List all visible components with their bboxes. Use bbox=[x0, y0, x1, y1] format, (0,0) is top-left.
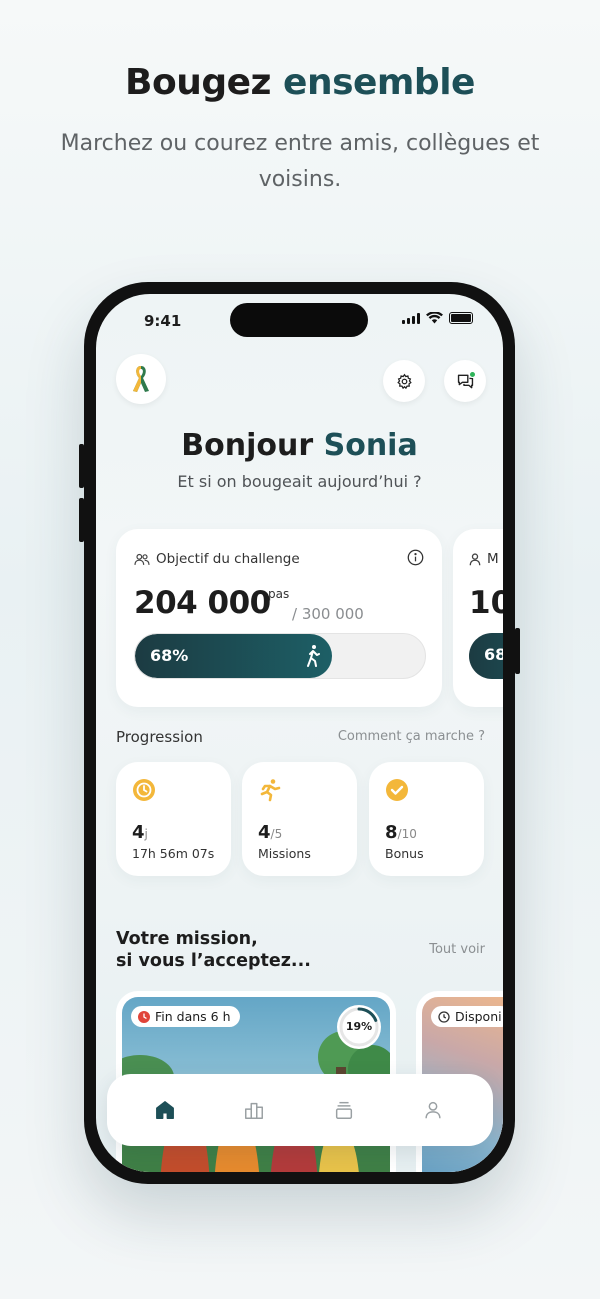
group-icon bbox=[134, 553, 150, 565]
leaderboard-icon bbox=[245, 1102, 263, 1119]
promo-title-part1: Bougez bbox=[125, 62, 271, 103]
challenge-progress-label: 68% bbox=[150, 646, 189, 665]
phone-frame: 9:41 Bonjour Sonia Et si on bougeait auj… bbox=[79, 282, 520, 1184]
challenge-card-label: Objectif du challenge bbox=[156, 551, 300, 567]
tab-home[interactable] bbox=[152, 1097, 178, 1123]
clock-icon bbox=[138, 1010, 150, 1023]
tab-leaderboard[interactable] bbox=[241, 1097, 267, 1123]
stat-card-missions[interactable]: 4/5 Missions bbox=[242, 762, 357, 876]
status-icons bbox=[402, 312, 473, 324]
stat-card-time[interactable]: 4j 17h 56m 07s bbox=[116, 762, 231, 876]
secondary-card-header: M bbox=[469, 551, 499, 567]
messages-button[interactable] bbox=[444, 360, 486, 402]
secondary-card-value: 10 bbox=[469, 585, 503, 621]
stat-time-label: 17h 56m 07s bbox=[132, 846, 215, 861]
steps-count: 204 000 bbox=[134, 585, 271, 621]
greeting-subtitle: Et si on bougeait aujourd’hui ? bbox=[177, 472, 422, 491]
app-screen: 9:41 Bonjour Sonia Et si on bougeait auj… bbox=[96, 294, 503, 1172]
greeting-hello: Bonjour bbox=[181, 428, 314, 463]
wifi-icon bbox=[426, 312, 443, 324]
status-time: 9:41 bbox=[144, 312, 182, 330]
missions-title: Votre mission, si vous l’acceptez... bbox=[116, 929, 311, 971]
ribbon-logo-icon bbox=[133, 366, 149, 392]
challenge-progress-fill: 68% bbox=[135, 634, 333, 678]
walker-icon bbox=[307, 645, 321, 667]
challenge-progress-bar: 68% bbox=[134, 633, 426, 679]
greeting-title: Bonjour Sonia bbox=[96, 428, 503, 463]
power-button bbox=[515, 628, 520, 674]
info-icon[interactable] bbox=[407, 549, 424, 566]
greeting-name: Sonia bbox=[323, 428, 418, 463]
steps-unit: pas bbox=[268, 587, 290, 601]
tab-cards[interactable] bbox=[331, 1097, 357, 1123]
mission-available-badge: Disponi bbox=[431, 1006, 503, 1027]
cards-stack-icon bbox=[335, 1101, 353, 1119]
tab-profile[interactable] bbox=[420, 1097, 446, 1123]
see-all-link[interactable]: Tout voir bbox=[429, 942, 485, 957]
mission-available-text: Disponi bbox=[455, 1009, 502, 1024]
bottom-tab-bar bbox=[107, 1074, 493, 1146]
gear-icon bbox=[396, 373, 412, 389]
stat-time-value: 4j bbox=[132, 822, 148, 843]
runner-icon bbox=[260, 779, 281, 802]
clock-outline-icon bbox=[438, 1010, 450, 1023]
stat-bonus-label: Bonus bbox=[385, 846, 424, 861]
stat-bonus-value: 8/10 bbox=[385, 822, 417, 843]
signal-icon bbox=[402, 312, 420, 324]
secondary-progress-bar: 68 bbox=[469, 633, 503, 679]
secondary-progress-label: 68 bbox=[484, 645, 503, 664]
settings-button[interactable] bbox=[383, 360, 425, 402]
home-icon bbox=[156, 1101, 174, 1119]
challenge-card-header: Objectif du challenge bbox=[134, 551, 300, 567]
stat-card-bonus[interactable]: 8/10 Bonus bbox=[369, 762, 484, 876]
volume-up-button bbox=[79, 444, 84, 488]
mission-progress-ring: 19% bbox=[337, 1005, 381, 1049]
mission-deadline-text: Fin dans 6 h bbox=[155, 1009, 231, 1024]
promo-title-part2: ensemble bbox=[283, 62, 475, 103]
secondary-goal-card[interactable]: M 10 68 bbox=[453, 529, 503, 707]
mission-deadline-badge: Fin dans 6 h bbox=[131, 1006, 240, 1027]
steps-goal: / 300 000 bbox=[292, 605, 364, 623]
mission-progress-label: 19% bbox=[345, 1020, 373, 1033]
notification-dot bbox=[469, 371, 476, 378]
stat-missions-value: 4/5 bbox=[258, 822, 283, 843]
promo-title: Bougez ensemble bbox=[0, 62, 600, 103]
progression-title: Progression bbox=[116, 728, 203, 746]
check-badge-icon bbox=[386, 779, 408, 801]
dynamic-island bbox=[230, 303, 368, 337]
timer-icon bbox=[133, 779, 155, 801]
app-logo-button[interactable] bbox=[116, 354, 166, 404]
profile-icon bbox=[425, 1101, 441, 1119]
person-icon bbox=[469, 552, 481, 565]
battery-icon bbox=[449, 312, 473, 324]
stat-missions-label: Missions bbox=[258, 846, 311, 861]
volume-down-button bbox=[79, 498, 84, 542]
how-it-works-link[interactable]: Comment ça marche ? bbox=[338, 729, 485, 744]
promo-subtitle: Marchez ou courez entre amis, collègues … bbox=[60, 131, 540, 192]
secondary-card-label: M bbox=[487, 551, 499, 567]
challenge-goal-card[interactable]: Objectif du challenge 204 000 pas / 300 … bbox=[116, 529, 442, 707]
